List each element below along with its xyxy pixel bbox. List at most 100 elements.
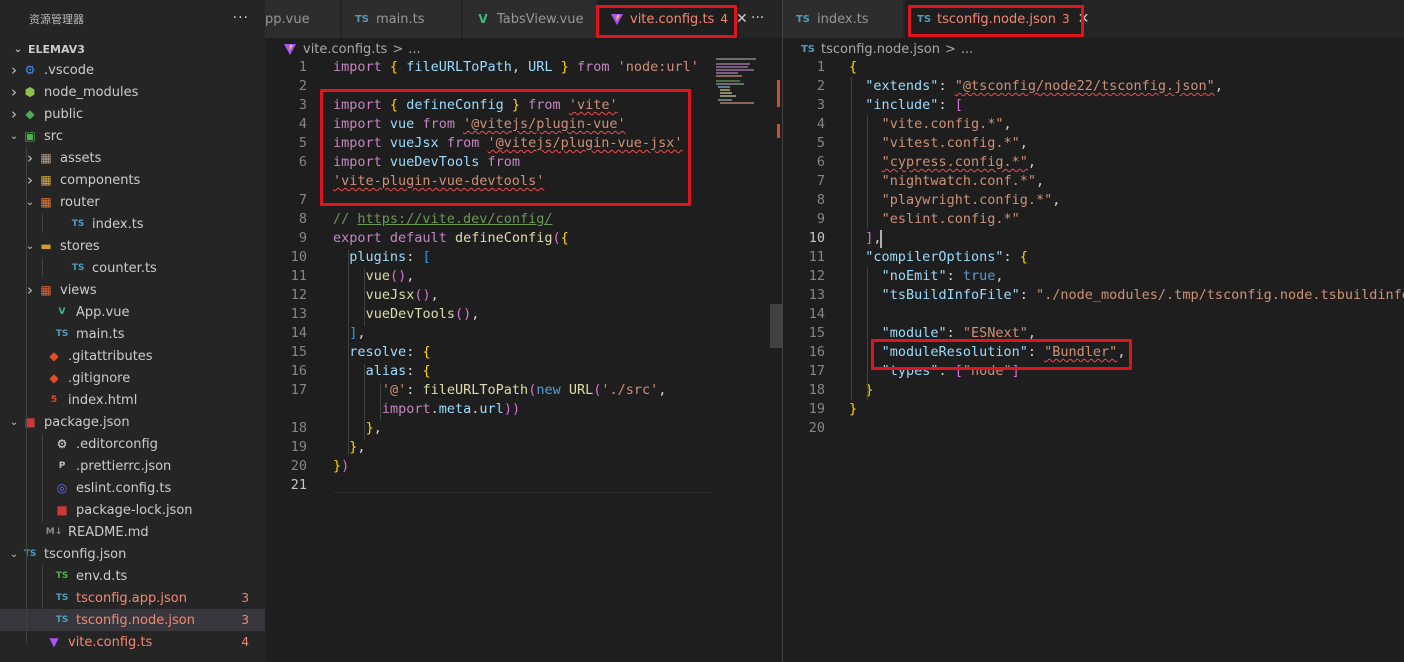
chevron-right-icon: ›: [27, 281, 33, 299]
breadcrumb-rest[interactable]: ...: [408, 42, 420, 57]
line-number: 12: [290, 287, 307, 303]
chevron-down-icon: ⌄: [9, 548, 19, 560]
code-line: vueDevTools(),: [365, 306, 480, 322]
problem-count-badge: 3: [241, 613, 249, 627]
tree-item[interactable]: ›TStsconfig.app.json3: [0, 587, 265, 609]
text-cursor: [880, 230, 882, 248]
editor-more-icon[interactable]: ···: [751, 10, 764, 26]
tree-item[interactable]: ⌄ TS tsconfig.json: [0, 543, 265, 565]
tree-item-label: counter.ts: [92, 260, 157, 276]
tree-item[interactable]: ›M↓README.md: [0, 521, 265, 543]
tab-tabsview-vue[interactable]: V TabsView.vue: [463, 0, 597, 38]
indent-guide: [364, 269, 365, 326]
line-number: 5: [816, 135, 825, 151]
tree-item[interactable]: ›⚙.editorconfig: [0, 433, 265, 455]
vue-file-icon: V: [478, 12, 488, 26]
tab-app-vue[interactable]: pp.vue: [265, 0, 341, 38]
tree-item[interactable]: ›TSmain.ts: [0, 323, 265, 345]
ts-file-icon: TS: [71, 219, 85, 229]
tree-item-label: package.json: [44, 414, 130, 430]
tree-item[interactable]: ›5index.html: [0, 389, 265, 411]
tree-item[interactable]: ⌄ ■ package.json: [0, 411, 265, 433]
code-line: "include": [: [865, 97, 963, 113]
tree-item[interactable]: ⌄ ▣ src: [0, 125, 265, 147]
code-line: "tsBuildInfoFile": "./node_modules/.tmp/…: [881, 287, 1404, 303]
code-line: "compilerOptions": {: [865, 249, 1028, 265]
vscode-folder-icon: ⚙: [24, 63, 36, 77]
project-folder[interactable]: ⌄ ELEMAV3: [0, 38, 265, 60]
code-line: }: [865, 382, 874, 398]
tree-item[interactable]: ›◆.gitignore: [0, 367, 265, 389]
tree-item[interactable]: › ⬢ node_modules: [0, 81, 265, 103]
breadcrumb: TS tsconfig.node.json > ...: [783, 38, 1404, 60]
code-line: import.meta.url)): [381, 401, 521, 417]
tree-item[interactable]: › ▦ components: [0, 169, 265, 191]
tree-item-label: components: [60, 172, 141, 188]
tree-item-label: assets: [60, 150, 102, 166]
tree-item[interactable]: ›TScounter.ts: [0, 257, 265, 279]
code-line: }: [849, 401, 858, 417]
scrollbar-thumb[interactable]: [770, 304, 782, 348]
indent-guide: [867, 267, 868, 400]
tree-item[interactable]: ›■package-lock.json: [0, 499, 265, 521]
tab-label: index.ts: [817, 11, 869, 27]
vertical-scrollbar[interactable]: [770, 38, 782, 662]
chevron-down-icon: ⌄: [25, 196, 35, 208]
highlight-box-tab: [596, 5, 737, 38]
tree-item[interactable]: ›▼vite.config.ts4: [0, 631, 265, 653]
breadcrumb-file[interactable]: vite.config.ts: [303, 42, 387, 57]
tab-main-ts[interactable]: TS main.ts: [342, 0, 462, 38]
explorer-more-icon[interactable]: ···: [233, 10, 249, 26]
line-number: 17: [808, 363, 825, 379]
prettier-file-icon: P: [58, 461, 66, 471]
explorer-title: 资源管理器: [29, 13, 84, 26]
code-line: }): [333, 458, 350, 474]
tree-item[interactable]: ›◎eslint.config.ts: [0, 477, 265, 499]
tree-item-label: node_modules: [44, 84, 139, 100]
indent-guide: [348, 250, 349, 455]
tree-item[interactable]: › ◆ public: [0, 103, 265, 125]
left-editor-group: pp.vue TS main.ts V TabsView.vue vite.co…: [265, 0, 782, 662]
tree-item-label: .editorconfig: [76, 436, 158, 452]
indent-guide: [42, 214, 43, 233]
right-tab-bar: TS index.ts TS tsconfig.node.json 3 ✕: [783, 0, 1404, 38]
tree-item[interactable]: ›TSindex.ts: [0, 213, 265, 235]
stores-folder-icon: ▬: [40, 239, 52, 253]
code-line: ],: [349, 325, 366, 341]
tree-item[interactable]: ›◆.gitattributes: [0, 345, 265, 367]
tree-item-label: package-lock.json: [76, 502, 193, 518]
tree-item[interactable]: › ▦ assets: [0, 147, 265, 169]
code-line: "nightwatch.conf.*",: [881, 173, 1045, 189]
line-number: 10: [290, 249, 307, 265]
ts-file-icon: TS: [795, 13, 811, 25]
tree-item[interactable]: ⌄ ▦ router: [0, 191, 265, 213]
tree-item-label: README.md: [68, 524, 149, 540]
breadcrumb-file[interactable]: tsconfig.node.json: [821, 42, 940, 57]
minimap[interactable]: [716, 58, 768, 108]
indent-guide: [380, 383, 381, 421]
explorer-sidebar: 资源管理器 ··· ⌄ ELEMAV3 › ⚙ .vscode › ⬢ node_modu…: [0, 0, 265, 662]
indent-guide: [851, 77, 852, 400]
tree-item[interactable]: ⌄ ▬ stores: [0, 235, 265, 257]
tree-item[interactable]: › ⚙ .vscode: [0, 59, 265, 81]
tree-item[interactable]: ›TStsconfig.node.json3: [0, 609, 265, 631]
tree-item[interactable]: ›VApp.vue: [0, 301, 265, 323]
tab-index-ts[interactable]: TS index.ts: [783, 0, 904, 38]
tree-item-label: tsconfig.json: [44, 546, 127, 562]
tree-item[interactable]: ›TSenv.d.ts: [0, 565, 265, 587]
tree-item-label: .gitattributes: [68, 348, 153, 364]
indent-guide: [867, 115, 868, 229]
html-file-icon: 5: [50, 395, 58, 405]
tree-item[interactable]: ›P.prettierrc.json: [0, 455, 265, 477]
chevron-right-icon: ›: [11, 61, 17, 79]
ts-file-icon: TS: [55, 571, 69, 581]
views-folder-icon: ▦: [40, 283, 52, 297]
line-number: 13: [808, 287, 825, 303]
breadcrumb-rest[interactable]: ...: [961, 42, 973, 57]
close-icon[interactable]: ✕: [736, 11, 748, 27]
line-number: 1: [816, 59, 825, 75]
indent-guide: [26, 147, 27, 643]
line-number: 10: [808, 230, 825, 246]
line-number: 5: [298, 135, 307, 151]
tree-item[interactable]: › ▦ views: [0, 279, 265, 301]
